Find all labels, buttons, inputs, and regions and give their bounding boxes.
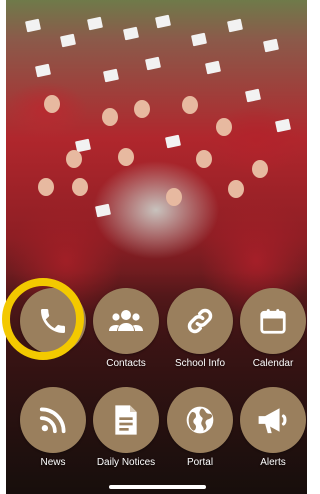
megaphone-icon	[258, 408, 287, 434]
news-label: News	[40, 457, 66, 468]
school-info-button[interactable]	[167, 288, 233, 354]
document-icon	[115, 405, 137, 435]
tile-news[interactable]: News	[16, 387, 90, 468]
alerts-button[interactable]	[240, 387, 306, 453]
portal-button[interactable]	[167, 387, 233, 453]
calendar-icon	[260, 309, 286, 334]
contacts-button[interactable]	[93, 288, 159, 354]
phone-button-highlight-ring	[2, 278, 84, 360]
home-screen: Contacts School Info Calendar News Daily…	[0, 0, 313, 494]
contacts-icon	[109, 310, 143, 331]
daily-notices-label: Daily Notices	[96, 457, 156, 468]
tile-school-info[interactable]: School Info	[163, 288, 237, 369]
tile-portal[interactable]: Portal	[163, 387, 237, 468]
contacts-label: Contacts	[106, 358, 146, 369]
alerts-label: Alerts	[260, 457, 286, 468]
school-info-label: School Info	[174, 358, 226, 369]
rss-icon	[39, 407, 66, 434]
link-icon	[187, 308, 213, 334]
calendar-label: Calendar	[252, 358, 294, 369]
calendar-button[interactable]	[240, 288, 306, 354]
tile-calendar[interactable]: Calendar	[236, 288, 310, 369]
globe-icon	[186, 406, 214, 434]
home-indicator-bar[interactable]	[109, 485, 206, 489]
tile-daily-notices[interactable]: Daily Notices	[89, 387, 163, 468]
tile-alerts[interactable]: Alerts	[236, 387, 310, 468]
tile-contacts[interactable]: Contacts	[89, 288, 163, 369]
portal-label: Portal	[186, 457, 214, 468]
news-button[interactable]	[20, 387, 86, 453]
daily-notices-button[interactable]	[93, 387, 159, 453]
